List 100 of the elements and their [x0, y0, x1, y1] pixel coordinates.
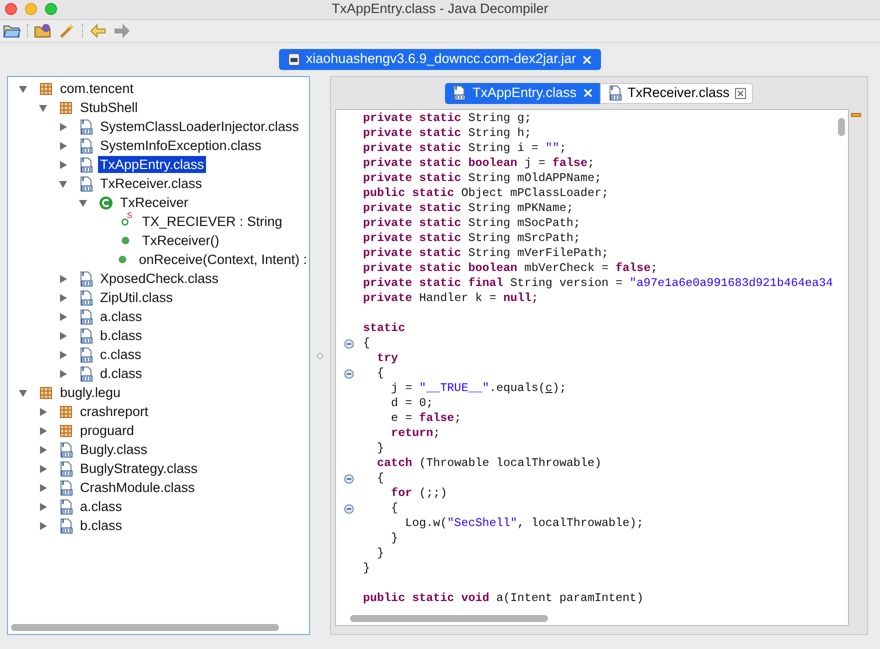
class-file-icon	[78, 328, 94, 344]
folder-icon[interactable]	[3, 23, 21, 39]
expand-arrow-icon[interactable]	[58, 122, 68, 132]
code-line: e = false;	[390, 411, 462, 426]
class-file-icon	[78, 290, 94, 306]
collapse-arrow-icon[interactable]	[78, 198, 88, 208]
collapse-arrow-icon[interactable]	[18, 388, 28, 398]
tree-item[interactable]: TxReceiver()	[140, 232, 222, 249]
tree-item[interactable]: com.tencent	[58, 80, 136, 97]
fold-icon[interactable]	[344, 504, 354, 514]
fold-icon[interactable]	[344, 368, 354, 378]
tree-item[interactable]: Bugly.class	[78, 441, 150, 458]
class-file-icon	[58, 498, 74, 514]
horizontal-scrollbar[interactable]	[350, 614, 548, 622]
code-line: {	[363, 336, 370, 351]
jar-file-icon	[286, 52, 301, 67]
tree-item[interactable]: BuglyStrategy.class	[78, 460, 200, 477]
class-file-icon	[58, 480, 74, 496]
horizontal-scrollbar[interactable]	[11, 624, 279, 630]
code-line: Log.w("SecShell", localThrowable);	[404, 516, 644, 531]
tree-item[interactable]: TxAppEntry.class	[98, 156, 206, 173]
code-line: j = "__TRUE__".equals(c);	[390, 381, 566, 396]
code-line: private static boolean j = false;	[363, 156, 594, 171]
expand-arrow-icon[interactable]	[58, 160, 68, 170]
overview-marker[interactable]	[851, 113, 861, 117]
class-file-icon	[78, 270, 94, 286]
code-line: static	[363, 321, 406, 336]
code-line: private static final String version = "a97e1a6e0a991683d921b464ea34	[363, 276, 833, 291]
fold-icon[interactable]	[344, 338, 354, 348]
expand-arrow-icon[interactable]	[58, 274, 68, 284]
tree-item[interactable]: TxReceiver.class	[98, 175, 204, 192]
tree-item[interactable]: b.class	[98, 327, 144, 344]
tree-item[interactable]: StubShell	[78, 99, 140, 116]
splitter-handle[interactable]	[317, 352, 323, 358]
code-line: private Handler k = null;	[363, 291, 538, 306]
tree-item[interactable]: TxReceiver	[118, 194, 190, 211]
expand-arrow-icon[interactable]	[38, 406, 48, 416]
tree-item[interactable]: proguard	[78, 422, 136, 439]
expand-arrow-icon[interactable]	[38, 520, 48, 530]
expand-arrow-icon[interactable]	[38, 502, 48, 512]
package-icon	[59, 424, 73, 438]
wand-icon[interactable]	[58, 23, 76, 39]
class-file-icon	[58, 460, 74, 476]
tree-item[interactable]: b.class	[78, 517, 124, 534]
expand-arrow-icon[interactable]	[58, 350, 68, 360]
tree-item[interactable]: SystemInfoException.class	[98, 137, 264, 154]
code-line: private static boolean mbVerCheck = false;	[363, 261, 658, 276]
expand-arrow-icon[interactable]	[38, 482, 48, 492]
code-line: private static String i = "";	[363, 141, 566, 156]
expand-arrow-icon[interactable]	[38, 426, 48, 436]
tree-item[interactable]: ZipUtil.class	[98, 289, 175, 306]
collapse-arrow-icon[interactable]	[58, 178, 68, 188]
class-file-icon	[451, 85, 468, 101]
class-file-icon	[78, 176, 94, 192]
tree-item[interactable]: crashreport	[78, 403, 150, 420]
expand-arrow-icon[interactable]	[58, 330, 68, 340]
class-file-icon	[78, 118, 94, 134]
vertical-scrollbar[interactable]	[838, 118, 844, 136]
tree-item[interactable]: SystemClassLoaderInjector.class	[98, 118, 301, 135]
close-icon[interactable]	[582, 87, 594, 99]
code-line: private static String mOldAPPName;	[363, 171, 602, 186]
close-icon[interactable]	[581, 54, 594, 66]
fold-icon[interactable]	[344, 474, 354, 484]
collapse-arrow-icon[interactable]	[38, 102, 48, 112]
expand-arrow-icon[interactable]	[58, 292, 68, 302]
code-line: }	[390, 531, 398, 546]
package-icon	[39, 82, 53, 96]
folder-icon[interactable]	[34, 23, 52, 39]
window-title: TxAppEntry.class - Java Decompiler	[332, 0, 548, 18]
editor-tab[interactable]: TxReceiver.class	[600, 82, 753, 104]
tree-item[interactable]: XposedCheck.class	[98, 270, 221, 287]
tree-item[interactable]: onReceive(Context, Intent) :	[136, 251, 309, 268]
editor-tab[interactable]: TxAppEntry.class	[445, 82, 600, 104]
back-arrow-icon[interactable]	[89, 23, 107, 39]
class-file-icon	[78, 346, 94, 362]
tree-item[interactable]: bugly.legu	[58, 384, 123, 401]
file-tab[interactable]: xiaohuashengv3.6.9_downcc.com-dex2jar.jar	[278, 49, 602, 70]
code-line: private static String g;	[363, 111, 532, 126]
close-window-button[interactable]	[5, 3, 17, 15]
tree-item[interactable]: a.class	[78, 498, 124, 515]
code-line: private static String mPKName;	[363, 201, 574, 216]
expand-arrow-icon[interactable]	[38, 464, 48, 474]
class-file-icon	[78, 308, 94, 324]
expand-arrow-icon[interactable]	[38, 444, 48, 454]
code-line: public static Object mPClassLoader;	[363, 186, 608, 201]
tree-item[interactable]: d.class	[98, 365, 144, 382]
expand-arrow-icon[interactable]	[58, 140, 68, 150]
expand-arrow-icon[interactable]	[58, 312, 68, 322]
tree-item[interactable]: c.class	[98, 346, 144, 363]
code-line: for (;;)	[390, 486, 448, 501]
class-file-icon	[606, 85, 622, 101]
tree-item[interactable]: a.class	[98, 308, 144, 325]
expand-arrow-icon[interactable]	[58, 368, 68, 378]
code-line: public static void a(Intent paramIntent)	[363, 591, 644, 606]
collapse-arrow-icon[interactable]	[18, 84, 28, 94]
tree-item[interactable]: TX_RECIEVER : String	[140, 213, 284, 230]
tree-item[interactable]: CrashModule.class	[78, 479, 197, 496]
close-icon[interactable]	[734, 88, 746, 98]
code-line: private static String mSrcPath;	[363, 231, 580, 246]
field-icon	[121, 218, 129, 226]
